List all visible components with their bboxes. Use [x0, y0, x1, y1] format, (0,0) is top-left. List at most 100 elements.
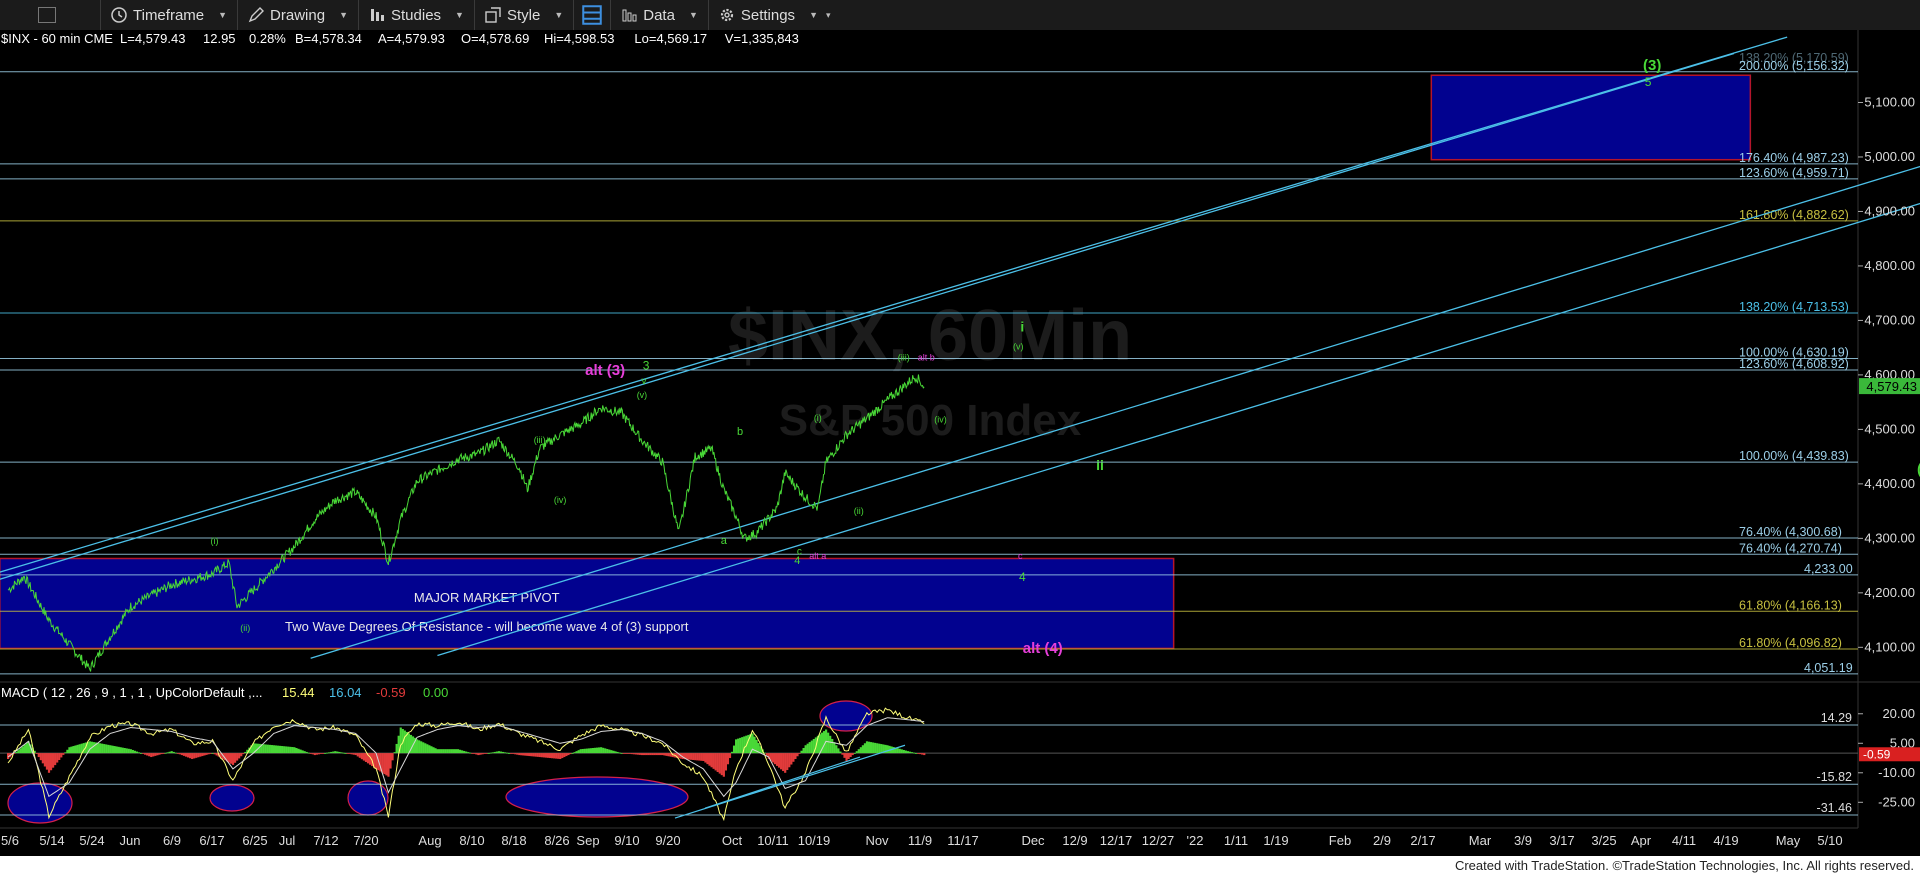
macd-histogram-bar: [133, 750, 136, 754]
macd-histogram-bar: [446, 749, 449, 754]
macd-histogram-bar: [896, 748, 899, 754]
macd-histogram-bar: [113, 746, 116, 754]
macd-histogram-bar: [291, 747, 294, 754]
macd-histogram-bar: [422, 742, 425, 754]
macd-histogram-bar: [696, 753, 699, 761]
macd-histogram-bar: [199, 753, 202, 757]
wave-label: (ii): [240, 623, 250, 633]
macd-histogram-bar: [624, 753, 627, 754]
macd-histogram-bar: [295, 748, 298, 754]
macd-histogram-bar: [796, 753, 799, 757]
macd-histogram-bar: [593, 747, 597, 754]
macd-histogram-bar: [238, 753, 241, 759]
macd-title: MACD ( 12 , 26 , 9 , 1 , 1 , UpColorDefa…: [1, 685, 263, 700]
y-tick-label: 4,300.00: [1864, 530, 1915, 545]
wave-label: alt (4): [1023, 640, 1063, 657]
macd-histogram-bar: [777, 753, 781, 768]
x-tick-label: Apr: [1631, 833, 1652, 848]
macd-histogram-bar: [96, 742, 100, 754]
macd-histogram-bar: [25, 743, 28, 754]
macd-histogram-bar: [567, 753, 570, 756]
macd-histogram-bar: [818, 734, 822, 754]
wave-label: (v): [637, 390, 648, 400]
macd-histogram-bar: [647, 753, 650, 756]
wave-label: (i): [211, 536, 219, 546]
x-tick-label: 2/9: [1373, 833, 1391, 848]
macd-histogram-bar: [262, 744, 265, 754]
macd-histogram-bar: [440, 749, 443, 754]
macd-histogram-bar: [857, 749, 860, 754]
macd-histogram-bar: [923, 753, 926, 756]
macd-histogram-bar: [299, 749, 302, 754]
fib-level-label: 76.40% (4,300.68): [1739, 525, 1842, 539]
macd-histogram-bar: [526, 753, 529, 756]
macd-histogram-bar: [164, 752, 167, 754]
macd-histogram-bar: [712, 753, 715, 769]
macd-histogram-bar: [203, 753, 206, 756]
macd-histogram-bar: [565, 753, 568, 757]
macd-histogram-bar: [78, 744, 81, 754]
macd-histogram-bar: [659, 753, 662, 756]
macd-histogram-bar: [293, 747, 296, 754]
macd-histogram-bar: [471, 753, 474, 754]
macd-histogram-bar: [463, 750, 466, 754]
wave-label: i: [1020, 318, 1024, 334]
macd-histogram-bar: [111, 745, 114, 754]
macd-histogram-bar: [665, 753, 668, 756]
macd-histogram-bar: [645, 753, 648, 756]
macd-histogram-bar: [115, 746, 118, 754]
wave-label: c: [1018, 551, 1023, 561]
fib-level-label: 61.80% (4,096.82): [1739, 636, 1842, 650]
macd-histogram-bar: [121, 747, 124, 754]
macd-histogram-bar: [317, 753, 321, 755]
macd-histogram-bar: [534, 753, 537, 757]
macd-histogram-bar: [303, 751, 306, 754]
macd-histogram-bar: [141, 753, 145, 754]
macd-histogram-bar: [692, 753, 695, 760]
macd-histogram-bar: [790, 753, 793, 765]
macd-histogram-bar: [839, 751, 842, 754]
macd-histogram-bar: [869, 742, 873, 754]
macd-histogram-bar: [638, 753, 642, 755]
macd-histogram-bar: [297, 748, 300, 754]
fib-level-label: 76.40% (4,270.74): [1739, 541, 1842, 555]
macd-histogram-bar: [39, 753, 42, 761]
pivot-box-subtitle: Two Wave Degrees Of Resistance - will be…: [285, 619, 689, 634]
macd-histogram-bar: [863, 743, 867, 754]
macd-histogram-bar: [344, 753, 347, 754]
macd-histogram-bar: [898, 748, 901, 754]
macd-histogram-bar: [172, 751, 175, 754]
macd-histogram-bar: [653, 753, 656, 756]
macd-histogram-bar: [561, 753, 564, 759]
macd-readout: -0.59: [376, 685, 406, 700]
symbol-label: $INX - 60 min CME: [1, 31, 113, 46]
macd-histogram-bar: [240, 753, 243, 757]
macd-histogram-bar: [827, 732, 830, 754]
x-tick-label: '22: [1187, 833, 1204, 848]
macd-histogram-bar: [722, 753, 725, 777]
macd-histogram-bar: [460, 750, 464, 754]
x-tick-label: 12/17: [1100, 833, 1133, 848]
macd-histogram-bar: [458, 749, 462, 754]
macd-histogram-bar: [606, 748, 609, 754]
macd-histogram-bar: [786, 753, 789, 771]
macd-histogram-bar: [35, 753, 38, 754]
y-tick-label: 4,800.00: [1864, 258, 1915, 273]
macd-histogram-bar: [589, 748, 593, 754]
macd-histogram-bar: [728, 753, 732, 759]
macd-histogram-bar: [323, 753, 327, 754]
macd-histogram-bar: [573, 752, 576, 754]
macd-histogram-bar: [808, 742, 811, 754]
macd-histogram-bar: [475, 753, 478, 755]
macd-histogram-bar: [358, 753, 361, 758]
macd-histogram-bar: [311, 753, 314, 755]
macd-histogram-bar: [859, 747, 862, 754]
chart-area[interactable]: $INX, 60MinS&P 500 IndexMAJOR MARKET PIV…: [0, 0, 1920, 856]
macd-histogram-bar: [469, 752, 472, 754]
macd-histogram-bar: [489, 752, 492, 754]
macd-histogram-bar: [123, 748, 126, 754]
x-tick-label: Sep: [576, 833, 599, 848]
macd-histogram-bar: [354, 753, 357, 756]
wave-label: a: [721, 535, 728, 547]
x-tick-label: Jul: [279, 833, 296, 848]
